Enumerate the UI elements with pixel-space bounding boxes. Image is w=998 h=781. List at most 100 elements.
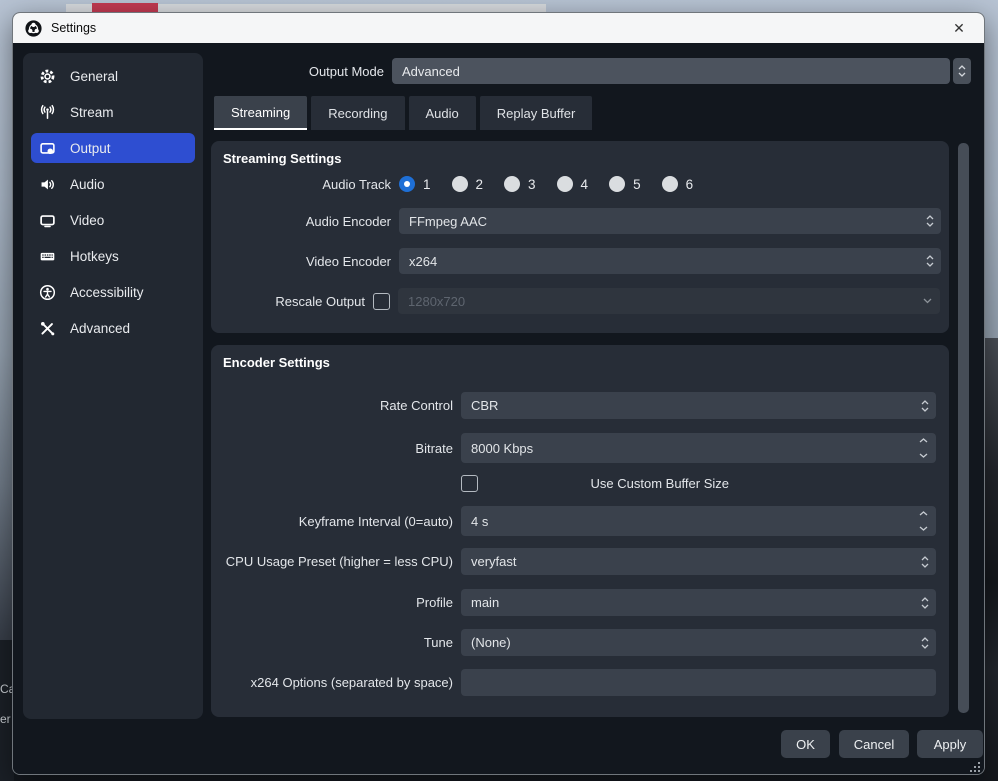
radio-label: 6 xyxy=(686,177,694,192)
output-screen-icon xyxy=(39,140,56,157)
bitrate-label: Bitrate xyxy=(211,441,453,456)
encoder-settings-panel: Encoder Settings Rate Control CBR Bitrat… xyxy=(211,345,949,717)
titlebar: Settings ✕ xyxy=(13,13,984,43)
encoder-settings-title: Encoder Settings xyxy=(223,355,330,370)
tab-replay-buffer[interactable]: Replay Buffer xyxy=(480,96,593,130)
tab-audio[interactable]: Audio xyxy=(409,96,476,130)
sidebar-item-label: Advanced xyxy=(70,321,130,336)
x264-options-label: x264 Options (separated by space) xyxy=(211,675,453,690)
output-mode-label: Output Mode xyxy=(211,64,384,79)
sidebar-item-hotkeys[interactable]: Hotkeys xyxy=(31,241,195,271)
chevron-updown-icon xyxy=(926,248,934,274)
cpu-preset-value: veryfast xyxy=(471,554,517,569)
x264-options-row: x264 Options (separated by space) xyxy=(211,669,936,696)
resize-grip[interactable] xyxy=(970,762,980,772)
output-mode-value: Advanced xyxy=(402,64,460,79)
radio-label: 4 xyxy=(581,177,589,192)
video-encoder-select[interactable]: x264 xyxy=(399,248,941,274)
video-encoder-label: Video Encoder xyxy=(211,254,391,269)
sidebar-item-label: Video xyxy=(70,213,104,228)
sidebar-item-audio[interactable]: Audio xyxy=(31,169,195,199)
sidebar-item-video[interactable]: Video xyxy=(31,205,195,235)
bitrate-value: 8000 Kbps xyxy=(471,441,533,456)
obs-logo-icon xyxy=(25,20,42,37)
sidebar-item-advanced[interactable]: Advanced xyxy=(31,313,195,343)
bitrate-row: Bitrate 8000 Kbps xyxy=(211,433,936,463)
cpu-preset-select[interactable]: veryfast xyxy=(461,548,936,575)
chevron-updown-icon xyxy=(921,629,929,656)
keyframe-interval-spinbox[interactable]: 4 s xyxy=(461,506,936,536)
tune-row: Tune (None) xyxy=(211,629,936,656)
profile-value: main xyxy=(471,595,499,610)
rate-control-row: Rate Control CBR xyxy=(211,392,936,419)
radio-label: 3 xyxy=(528,177,536,192)
audio-encoder-row: Audio Encoder FFmpeg AAC xyxy=(211,208,941,234)
cpu-preset-row: CPU Usage Preset (higher = less CPU) ver… xyxy=(211,548,936,575)
sidebar-item-output[interactable]: Output xyxy=(31,133,195,163)
audio-encoder-label: Audio Encoder xyxy=(211,214,391,229)
rescale-output-row: Rescale Output 1280x720 xyxy=(211,288,940,314)
tune-select[interactable]: (None) xyxy=(461,629,936,656)
close-icon[interactable]: ✕ xyxy=(946,16,972,40)
cancel-button[interactable]: Cancel xyxy=(839,730,909,758)
output-mode-spinner[interactable] xyxy=(953,58,971,84)
accessibility-icon xyxy=(39,284,56,301)
profile-select[interactable]: main xyxy=(461,589,936,616)
apply-button[interactable]: Apply xyxy=(917,730,983,758)
sidebar-item-accessibility[interactable]: Accessibility xyxy=(31,277,195,307)
bitrate-spinbox[interactable]: 8000 Kbps xyxy=(461,433,936,463)
audio-track-radio-6[interactable] xyxy=(662,176,678,192)
x264-options-input[interactable] xyxy=(461,669,936,696)
output-mode-row: Output Mode Advanced xyxy=(211,58,971,84)
spinbox-arrows-icon[interactable] xyxy=(919,433,928,463)
rate-control-label: Rate Control xyxy=(211,398,453,413)
audio-track-row: Audio Track 1 2 3 4 5 6 xyxy=(211,173,949,195)
rate-control-select[interactable]: CBR xyxy=(461,392,936,419)
tools-icon xyxy=(39,320,56,337)
radio-label: 1 xyxy=(423,177,431,192)
sidebar: General Stream Output xyxy=(23,53,203,719)
radio-label: 5 xyxy=(633,177,641,192)
rescale-resolution-value: 1280x720 xyxy=(408,294,465,309)
tune-label: Tune xyxy=(211,635,453,650)
ok-button[interactable]: OK xyxy=(781,730,830,758)
audio-track-radio-4[interactable] xyxy=(557,176,573,192)
rescale-output-label: Rescale Output xyxy=(211,294,365,309)
background-right-strip xyxy=(984,338,998,781)
antenna-icon xyxy=(39,104,56,121)
profile-label: Profile xyxy=(211,595,453,610)
tune-value: (None) xyxy=(471,635,511,650)
custom-buffer-checkbox[interactable] xyxy=(461,475,478,492)
rescale-resolution-select[interactable]: 1280x720 xyxy=(398,288,940,314)
spinbox-arrows-icon[interactable] xyxy=(919,506,928,536)
chevron-down-icon xyxy=(923,288,932,314)
tab-recording[interactable]: Recording xyxy=(311,96,404,130)
custom-buffer-label: Use Custom Buffer Size xyxy=(487,476,729,491)
vertical-scrollbar[interactable] xyxy=(958,143,969,713)
sidebar-item-label: General xyxy=(70,69,118,84)
background-text-fragment: er xyxy=(0,712,11,726)
keyframe-interval-label: Keyframe Interval (0=auto) xyxy=(211,514,453,529)
sidebar-item-stream[interactable]: Stream xyxy=(31,97,195,127)
monitor-icon xyxy=(39,212,56,229)
output-mode-select[interactable]: Advanced xyxy=(392,58,950,84)
audio-encoder-value: FFmpeg AAC xyxy=(409,214,487,229)
gear-icon xyxy=(39,68,56,85)
tab-streaming[interactable]: Streaming xyxy=(214,96,307,130)
audio-track-radio-1[interactable] xyxy=(399,176,415,192)
audio-track-radio-2[interactable] xyxy=(452,176,468,192)
sidebar-item-label: Audio xyxy=(70,177,105,192)
rescale-output-checkbox[interactable] xyxy=(373,293,390,310)
profile-row: Profile main xyxy=(211,589,936,616)
sidebar-item-general[interactable]: General xyxy=(31,61,195,91)
audio-track-radio-3[interactable] xyxy=(504,176,520,192)
sidebar-item-label: Stream xyxy=(70,105,114,120)
window-title: Settings xyxy=(51,21,96,35)
audio-encoder-select[interactable]: FFmpeg AAC xyxy=(399,208,941,234)
custom-buffer-row: Use Custom Buffer Size xyxy=(211,473,737,493)
audio-track-radio-group: 1 2 3 4 5 6 xyxy=(399,176,706,192)
audio-track-radio-5[interactable] xyxy=(609,176,625,192)
video-encoder-value: x264 xyxy=(409,254,437,269)
sidebar-item-label: Output xyxy=(70,141,111,156)
audio-track-label: Audio Track xyxy=(211,177,391,192)
